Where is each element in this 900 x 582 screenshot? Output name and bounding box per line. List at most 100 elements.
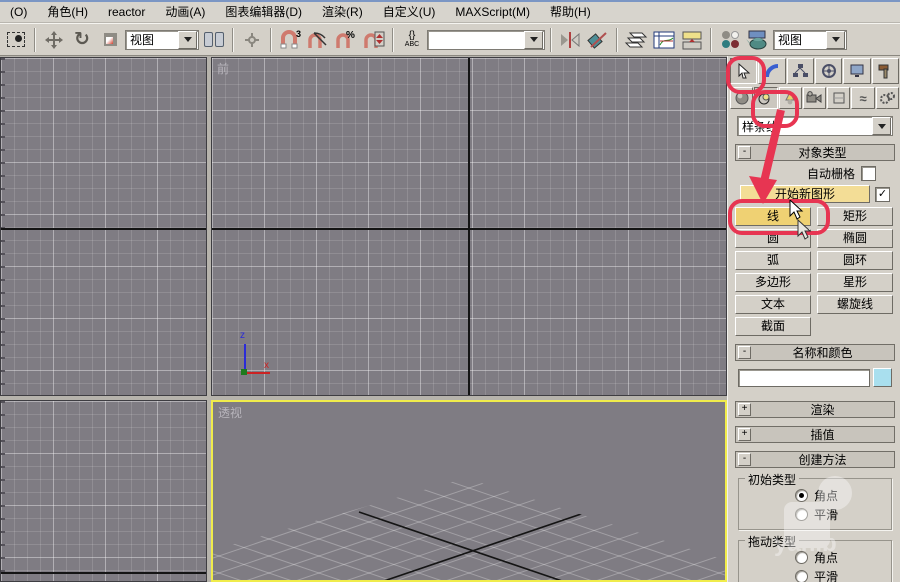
rotate-icon[interactable]: ↻ xyxy=(69,27,95,53)
menu-item-character[interactable]: 角色(H) xyxy=(37,3,98,21)
rollout-title: 对象类型 xyxy=(798,146,847,160)
reference-coordinate-value: 视图 xyxy=(130,33,155,47)
shape-category-dropdown[interactable]: 样条线 xyxy=(737,116,893,136)
start-new-shape-button[interactable]: 开始新图形 xyxy=(740,185,870,203)
chevron-down-icon[interactable] xyxy=(872,117,891,135)
menu-item-rendering[interactable]: 渲染(R) xyxy=(312,3,373,21)
layers-icon[interactable] xyxy=(623,27,649,53)
spinner-snap-icon[interactable] xyxy=(361,27,387,53)
radio-drag-smooth[interactable] xyxy=(795,570,808,582)
viewport-top-left[interactable] xyxy=(0,57,207,396)
button-section[interactable]: 截面 xyxy=(735,317,811,336)
autogrid-checkbox[interactable] xyxy=(861,166,876,181)
rollout-creation-method[interactable]: - 创建方法 xyxy=(735,451,895,468)
menu-item-modifiers[interactable]: (O) xyxy=(0,3,37,21)
curve-editor-icon[interactable] xyxy=(651,27,677,53)
category-space-warps-icon[interactable]: ≈ xyxy=(851,87,875,109)
mirror-icon[interactable] xyxy=(557,27,583,53)
button-helix[interactable]: 螺旋线 xyxy=(817,295,893,314)
button-polygon[interactable]: 多边形 xyxy=(735,273,811,292)
select-and-manipulate-icon[interactable] xyxy=(239,27,265,53)
keyboard-shortcut-override-icon[interactable]: {} ABC xyxy=(399,27,425,53)
button-arc[interactable]: 弧 xyxy=(735,251,811,270)
rollout-rendering[interactable]: + 渲染 xyxy=(735,401,895,418)
grid-axis-line xyxy=(468,58,470,395)
button-rectangle[interactable]: 矩形 xyxy=(817,207,893,226)
svg-text:3: 3 xyxy=(296,29,301,39)
viewport-front[interactable]: 前 z x xyxy=(211,57,727,396)
rollout-name-color[interactable]: - 名称和颜色 xyxy=(735,344,895,361)
material-editor-icon[interactable] xyxy=(717,27,743,53)
toolbar-separator xyxy=(232,27,234,52)
autogrid-label: 自动栅格 xyxy=(806,167,855,181)
reference-coordinate-dropdown[interactable]: 视图 xyxy=(125,29,199,50)
viewport-perspective[interactable]: 透视 xyxy=(211,400,727,582)
scale-icon[interactable] xyxy=(97,27,123,53)
start-new-shape-checkbox[interactable]: ✓ xyxy=(875,186,890,202)
viewport-bottom-left[interactable] xyxy=(0,400,207,582)
button-text[interactable]: 文本 xyxy=(735,295,811,314)
menu-item-graph-editors[interactable]: 图表编辑器(D) xyxy=(215,3,312,21)
rollout-object-type[interactable]: - 对象类型 xyxy=(735,144,895,161)
button-star[interactable]: 星形 xyxy=(817,273,893,292)
menu-item-animation[interactable]: 动画(A) xyxy=(155,3,215,21)
move-icon[interactable] xyxy=(41,27,67,53)
percent-snap-icon[interactable]: % xyxy=(333,27,359,53)
rollout-title: 名称和颜色 xyxy=(792,346,853,360)
render-teapot-icon[interactable] xyxy=(745,27,771,53)
align-icon[interactable] xyxy=(585,27,611,53)
object-type-buttons: 线 矩形 圆 椭圆 弧 圆环 多边形 星形 文本 螺旋线 截面 xyxy=(728,207,900,336)
category-cameras-icon[interactable] xyxy=(802,87,827,109)
tab-motion[interactable] xyxy=(814,58,843,84)
toolbar-separator xyxy=(550,27,552,52)
object-color-swatch[interactable] xyxy=(873,368,892,387)
use-pivot-point-icon[interactable] xyxy=(201,27,227,53)
category-helpers-icon[interactable] xyxy=(827,87,851,109)
snap-toggle-3d-icon[interactable]: 3 xyxy=(277,27,303,53)
collapse-icon[interactable]: - xyxy=(738,346,751,359)
expand-icon[interactable]: + xyxy=(738,403,751,416)
viewport-label-perspective[interactable]: 透视 xyxy=(218,404,242,421)
tab-utilities[interactable] xyxy=(871,58,899,84)
category-systems-icon[interactable] xyxy=(875,87,899,109)
button-donut[interactable]: 圆环 xyxy=(817,251,893,270)
object-name-input[interactable] xyxy=(738,368,870,387)
menu-item-reactor[interactable]: reactor xyxy=(98,3,155,21)
angle-snap-icon[interactable] xyxy=(305,27,331,53)
menu-item-customize[interactable]: 自定义(U) xyxy=(373,3,446,21)
toolbar-view-dropdown[interactable]: 视图 xyxy=(773,29,847,50)
rollout-interpolation[interactable]: + 插值 xyxy=(735,426,895,443)
radio-initial-smooth[interactable] xyxy=(795,508,808,521)
grid-axis-line xyxy=(1,228,206,230)
tab-modify[interactable] xyxy=(758,58,786,84)
schematic-view-icon[interactable] xyxy=(679,27,705,53)
collapse-icon[interactable]: - xyxy=(738,146,751,159)
chevron-down-icon[interactable] xyxy=(524,30,543,49)
selection-region-icon[interactable] xyxy=(3,27,29,53)
category-geometry-icon[interactable] xyxy=(730,87,754,109)
menu-item-maxscript[interactable]: MAXScript(M) xyxy=(445,3,540,21)
tab-create[interactable] xyxy=(730,58,758,84)
main-toolbar: ↻ 视图 3 % {} ABC 视图 xyxy=(0,23,900,56)
menu-item-help[interactable]: 帮助(H) xyxy=(540,3,601,21)
radio-drag-corner[interactable] xyxy=(795,551,808,564)
viewport-label-front[interactable]: 前 xyxy=(217,60,229,77)
button-circle[interactable]: 圆 xyxy=(735,229,811,248)
create-categories: ≈ xyxy=(728,85,900,110)
button-line[interactable]: 线 xyxy=(735,207,811,226)
button-ellipse[interactable]: 椭圆 xyxy=(817,229,893,248)
radio-initial-corner[interactable] xyxy=(795,489,808,502)
chevron-down-icon[interactable] xyxy=(178,30,197,49)
expand-icon[interactable]: + xyxy=(738,428,751,441)
toolbar-separator xyxy=(34,27,36,52)
tab-display[interactable] xyxy=(843,58,871,84)
collapse-icon[interactable]: - xyxy=(738,453,751,466)
named-selection-sets-dropdown[interactable] xyxy=(427,29,545,50)
category-lights-icon[interactable] xyxy=(778,87,802,109)
chevron-down-icon[interactable] xyxy=(826,30,845,49)
menu-bar: (O) 角色(H) reactor 动画(A) 图表编辑器(D) 渲染(R) 自… xyxy=(0,2,900,23)
category-shapes-icon[interactable] xyxy=(754,87,778,109)
tab-hierarchy[interactable] xyxy=(786,58,814,84)
drag-type-group: 拖动类型 角点 平滑 Bezier xyxy=(738,533,892,582)
initial-type-group: 初始类型 角点 平滑 xyxy=(738,471,892,530)
